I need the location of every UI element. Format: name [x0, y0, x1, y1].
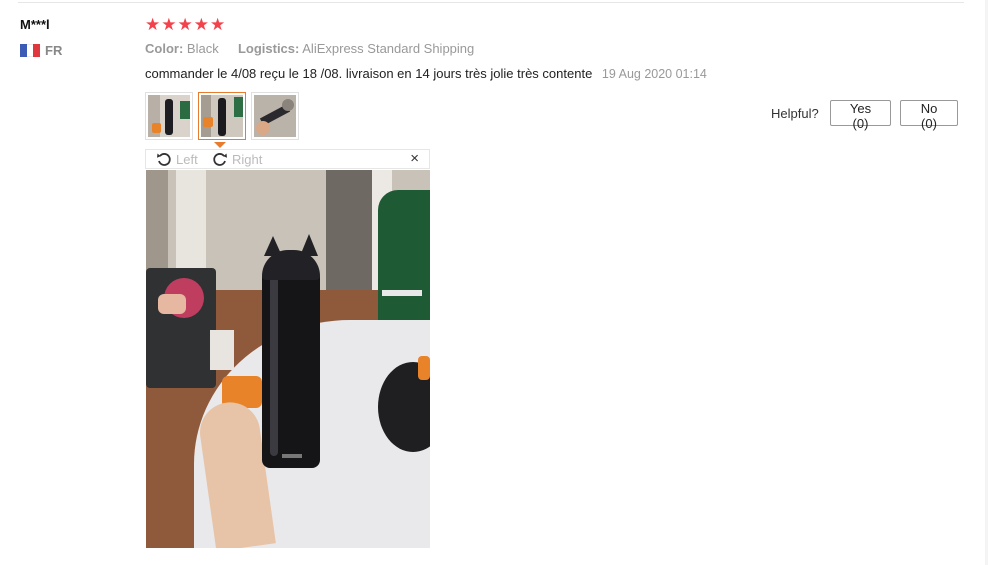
selected-thumbnail-pointer: [214, 142, 226, 148]
photo-thumbnails: [145, 92, 299, 140]
photo-thumbnail-1[interactable]: [145, 92, 193, 140]
star-icon: ★: [161, 15, 177, 34]
photo-viewer-toolbar: Left Right ×: [145, 149, 430, 169]
reviewer-country: FR: [45, 43, 63, 58]
star-icon: ★: [145, 15, 161, 34]
helpful-yes-button[interactable]: Yes (0): [830, 100, 891, 131]
star-icon: ★: [210, 15, 226, 34]
rating-stars: ★ ★ ★ ★ ★: [145, 15, 225, 35]
helpful-no-button[interactable]: No (0): [900, 100, 958, 131]
logistics-value: AliExpress Standard Shipping: [302, 41, 475, 56]
rotate-left-icon: [156, 151, 172, 167]
rotate-left-button[interactable]: Left: [156, 151, 198, 167]
order-attributes: Color: Black Logistics: AliExpress Stand…: [145, 41, 474, 56]
review-date: 19 Aug 2020 01:14: [601, 67, 707, 81]
color-label: Color:: [145, 41, 184, 56]
review-photo: [146, 170, 430, 548]
reviewer-name: M***l: [20, 17, 50, 32]
helpful-label: Helpful?: [771, 106, 819, 121]
photo-thumbnail-2[interactable]: [198, 92, 246, 140]
review-body: commander le 4/08 reçu le 18 /08. livrai…: [145, 66, 707, 81]
separator-line: [18, 2, 964, 3]
review-text: commander le 4/08 reçu le 18 /08. livrai…: [145, 66, 593, 81]
star-icon: ★: [177, 15, 193, 34]
rotate-right-icon: [212, 151, 228, 167]
star-icon: ★: [193, 15, 209, 34]
rotate-right-button[interactable]: Right: [212, 151, 262, 167]
rotate-right-label: Right: [232, 151, 263, 167]
logistics-label: Logistics:: [237, 41, 300, 56]
france-flag-icon: [20, 44, 41, 57]
color-value: Black: [186, 41, 219, 56]
rotate-left-label: Left: [176, 151, 198, 167]
close-icon[interactable]: ×: [410, 150, 419, 168]
photo-thumbnail-3[interactable]: [251, 92, 299, 140]
